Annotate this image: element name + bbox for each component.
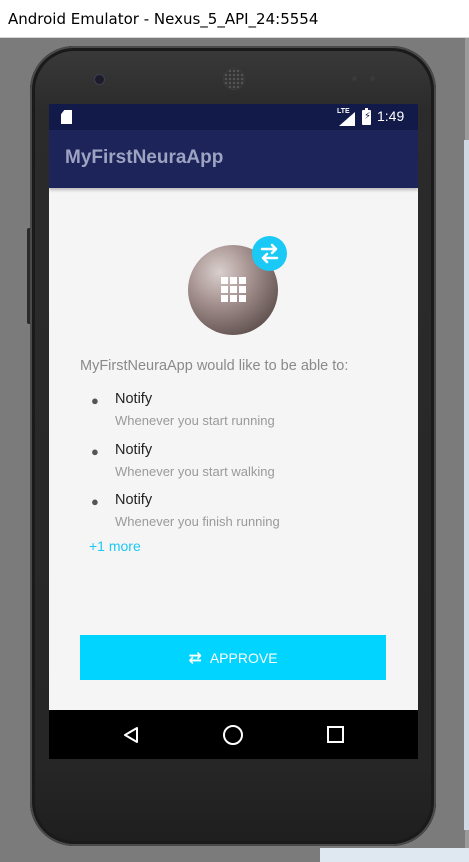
app-title: MyFirstNeuraApp [65,147,224,168]
permission-item: ● Notify Whenever you start walking [91,442,275,479]
permission-item: ● Notify Whenever you finish running [91,492,280,529]
permission-description: Whenever you finish running [115,514,280,529]
more-permissions-link[interactable]: +1 more [89,538,141,554]
permission-title: Notify [115,391,153,407]
permission-title: Notify [115,492,153,508]
permission-description: Whenever you start running [115,413,275,428]
sd-card-icon [61,110,72,124]
lte-label: LTE [337,108,350,115]
navigation-bar [49,710,418,759]
window-titlebar: Android Emulator - Nexus_5_API_24:5554 [0,0,469,38]
background-window-sliver [464,140,469,830]
bullet-icon: ● [91,393,99,408]
permission-item: ● Notify Whenever you start running [91,391,275,428]
home-icon[interactable] [223,725,243,745]
charging-bolt-icon: ⚡ [364,111,372,122]
back-icon[interactable] [122,726,140,744]
background-window-sliver-bottom [320,848,469,862]
front-camera-icon [94,74,105,85]
swap-arrows-icon [260,243,279,264]
app-bar: MyFirstNeuraApp [49,130,418,188]
app-grid-icon [221,277,246,302]
sensor-icon [352,76,357,81]
speaker-grille-icon [223,68,245,90]
status-clock: 1:49 [377,108,405,124]
permission-intro: MyFirstNeuraApp would like to be able to… [80,358,349,374]
window-title: Android Emulator - Nexus_5_API_24:5554 [8,10,319,28]
swap-arrows-badge [252,236,287,271]
approve-label: APPROVE [209,649,278,666]
sensor-icon [370,76,375,81]
bullet-icon: ● [91,494,99,509]
permission-title: Notify [115,442,153,458]
recents-icon[interactable] [327,726,344,743]
bullet-icon: ● [91,444,99,459]
approve-button[interactable]: ⇄ APPROVE [80,635,386,680]
permission-description: Whenever you start walking [115,464,275,479]
swap-arrows-icon: ⇄ [188,649,202,667]
status-bar: LTE ⚡ 1:49 [49,104,418,130]
device-screen: LTE ⚡ 1:49 MyFirstNeuraApp MyFirstNeuraA… [49,104,418,759]
